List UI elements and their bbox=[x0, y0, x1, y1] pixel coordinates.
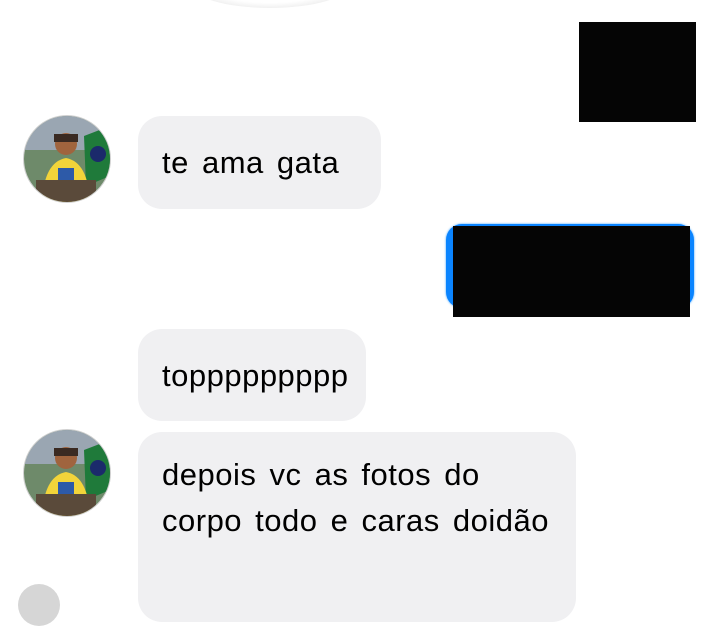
redacted-block bbox=[453, 226, 690, 317]
top-avatar-partial bbox=[190, 0, 350, 8]
incoming-message-bubble[interactable]: te ama gata bbox=[138, 116, 381, 209]
redacted-block bbox=[579, 22, 696, 122]
message-text: te ama gata bbox=[162, 145, 340, 180]
seen-indicator-icon bbox=[18, 584, 60, 626]
message-text: depois vc as fotos do corpo todo e caras… bbox=[162, 457, 549, 538]
incoming-message-bubble[interactable]: toppppppppp bbox=[138, 329, 366, 421]
contact-avatar-icon[interactable] bbox=[24, 116, 110, 202]
contact-avatar-icon[interactable] bbox=[24, 430, 110, 516]
avatar-photo-icon bbox=[24, 430, 110, 516]
incoming-message-bubble[interactable]: depois vc as fotos do corpo todo e caras… bbox=[138, 432, 576, 622]
message-text: toppppppppp bbox=[162, 358, 349, 393]
avatar-photo-icon bbox=[24, 116, 110, 202]
